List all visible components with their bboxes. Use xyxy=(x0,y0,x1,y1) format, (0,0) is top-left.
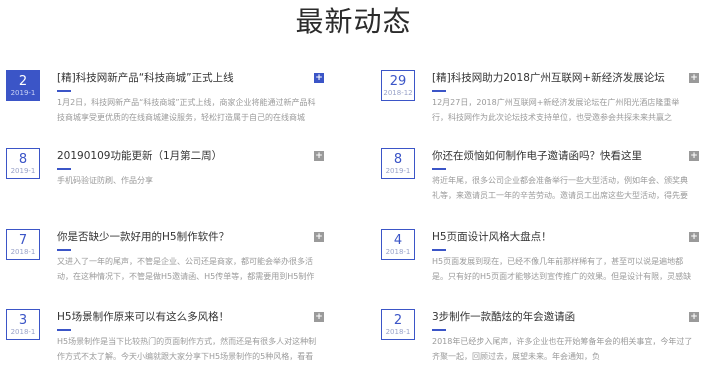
plus-icon[interactable]: + xyxy=(689,312,699,322)
date-badge[interactable]: 29 2018-12 xyxy=(381,70,415,101)
plus-icon[interactable]: + xyxy=(689,232,699,242)
date-day: 2 xyxy=(393,313,403,328)
date-year-month: 2018-1 xyxy=(385,328,411,336)
title-underline xyxy=(432,329,446,331)
date-day: 8 xyxy=(393,152,403,167)
plus-icon[interactable]: + xyxy=(689,151,699,161)
date-badge[interactable]: 8 2019-1 xyxy=(6,148,40,179)
news-title[interactable]: 你是否缺少一款好用的H5制作软件？ xyxy=(57,231,229,244)
plus-icon[interactable]: + xyxy=(314,73,324,83)
news-item[interactable]: 4 2018-1 H5页面设计风格大盘点！ H5页面发展到现在，已经不像几年前那… xyxy=(381,229,699,293)
date-day: 8 xyxy=(18,152,28,167)
news-item[interactable]: 8 2019-1 20190109功能更新（1月第二周） 手机码验证防刷、作品分… xyxy=(6,148,324,212)
news-summary: 将近年尾，很多公司企业都会准备举行一些大型活动，例如年会、颁奖典礼等，来邀请员工… xyxy=(432,176,688,200)
date-year-month: 2018-1 xyxy=(385,248,411,256)
news-summary: 手机码验证防刷、作品分享 xyxy=(57,176,153,185)
title-underline xyxy=(57,90,71,92)
date-badge[interactable]: 3 2018-1 xyxy=(6,309,40,340)
news-summary: 2018年已经步入尾声，许多企业也在开始筹备年会的相关事宜，今年过了齐聚一起，回… xyxy=(432,337,693,361)
date-badge[interactable]: 4 2018-1 xyxy=(381,229,415,260)
news-summary: 1月2日，科技网新产品“科技商城”正式上线，商家企业将能通过新产品科技商城享受更… xyxy=(57,98,316,122)
date-badge[interactable]: 8 2019-1 xyxy=(381,148,415,179)
news-title[interactable]: 你还在烦恼如何制作电子邀请函吗？快看这里 xyxy=(432,150,642,163)
date-year-month: 2018-12 xyxy=(383,89,413,97)
news-list: 2 2019-1 [精]科技网新产品“科技商城”正式上线 1月2日，科技网新产品… xyxy=(0,0,707,378)
date-year-month: 2018-1 xyxy=(10,248,36,256)
news-item[interactable]: 2 2019-1 [精]科技网新产品“科技商城”正式上线 1月2日，科技网新产品… xyxy=(6,70,324,134)
plus-icon[interactable]: + xyxy=(689,73,699,83)
title-underline xyxy=(432,249,446,251)
news-summary: H5页面发展到现在，已经不像几年前那样稀有了，甚至可以说是遍地都是。只有好的H5… xyxy=(432,257,692,281)
news-title[interactable]: 20190109功能更新（1月第二周） xyxy=(57,150,222,163)
title-underline xyxy=(57,168,71,170)
date-badge[interactable]: 2 2019-1 xyxy=(6,70,40,101)
date-year-month: 2019-1 xyxy=(385,167,411,175)
plus-icon[interactable]: + xyxy=(314,232,324,242)
news-item[interactable]: 7 2018-1 你是否缺少一款好用的H5制作软件？ 又进入了一年的尾声，不管是… xyxy=(6,229,324,293)
date-badge[interactable]: 7 2018-1 xyxy=(6,229,40,260)
news-item[interactable]: 2 2018-1 3步制作一款酷炫的年会邀请函 2018年已经步入尾声，许多企业… xyxy=(381,309,699,373)
news-item[interactable]: 3 2018-1 H5场景制作原来可以有这么多风格！ H5场景制作是当下比较热门… xyxy=(6,309,324,373)
title-underline xyxy=(57,329,71,331)
title-underline xyxy=(432,90,446,92)
date-year-month: 2019-1 xyxy=(10,167,36,175)
news-title[interactable]: H5页面设计风格大盘点！ xyxy=(432,231,552,244)
plus-icon[interactable]: + xyxy=(314,151,324,161)
date-year-month: 2019-1 xyxy=(10,89,36,97)
date-day: 2 xyxy=(18,74,28,89)
title-underline xyxy=(57,249,71,251)
date-day: 7 xyxy=(18,233,28,248)
news-summary: 12月27日，2018广州互联网+新经济发展论坛在广州阳光酒店隆重举行，科技网作… xyxy=(432,98,680,122)
news-title[interactable]: 3步制作一款酷炫的年会邀请函 xyxy=(432,311,575,324)
news-item[interactable]: 8 2019-1 你还在烦恼如何制作电子邀请函吗？快看这里 将近年尾，很多公司企… xyxy=(381,148,699,212)
news-title[interactable]: [精]科技网助力2018广州互联网+新经济发展论坛 xyxy=(432,72,665,85)
date-day: 29 xyxy=(389,74,407,89)
title-underline xyxy=(432,168,446,170)
news-summary: H5场景制作是当下比较热门的页面制作方式，然而还是有很多人对这种制作方式不太了解… xyxy=(57,337,317,361)
date-day: 4 xyxy=(393,233,403,248)
date-day: 3 xyxy=(18,313,28,328)
date-year-month: 2018-1 xyxy=(10,328,36,336)
date-badge[interactable]: 2 2018-1 xyxy=(381,309,415,340)
news-summary: 又进入了一年的尾声，不管是企业、公司还是商家，都可能会举办很多活动，在这种情况下… xyxy=(57,257,315,281)
news-title[interactable]: H5场景制作原来可以有这么多风格！ xyxy=(57,311,229,324)
plus-icon[interactable]: + xyxy=(314,312,324,322)
news-title[interactable]: [精]科技网新产品“科技商城”正式上线 xyxy=(57,72,234,85)
news-item[interactable]: 29 2018-12 [精]科技网助力2018广州互联网+新经济发展论坛 12月… xyxy=(381,70,699,134)
